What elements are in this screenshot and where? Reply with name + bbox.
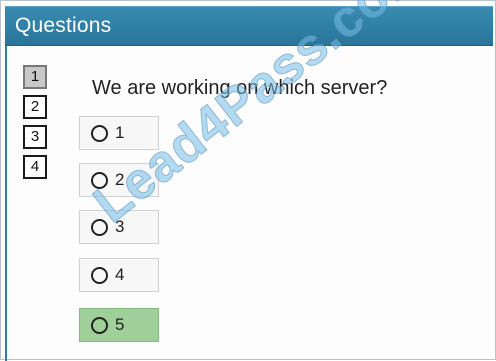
answer-option-label: 5 bbox=[115, 315, 125, 334]
question-nav-2[interactable]: 2 bbox=[23, 95, 47, 119]
answer-option-5[interactable]: 5 bbox=[79, 308, 159, 342]
window-title: Questions bbox=[15, 14, 112, 37]
question-nav-4[interactable]: 4 bbox=[23, 155, 47, 179]
question-navigator: 1 2 3 4 bbox=[23, 65, 47, 185]
radio-icon[interactable] bbox=[91, 317, 108, 334]
radio-icon[interactable] bbox=[91, 219, 108, 236]
question-nav-3[interactable]: 3 bbox=[23, 125, 47, 149]
radio-icon[interactable] bbox=[91, 125, 108, 142]
answer-option-label: 4 bbox=[115, 265, 125, 284]
question-nav-1[interactable]: 1 bbox=[23, 65, 47, 89]
window-titlebar: Questions bbox=[5, 6, 493, 46]
answer-option-4[interactable]: 4 bbox=[79, 258, 159, 292]
radio-icon[interactable] bbox=[91, 267, 108, 284]
questions-window: Questions 1 2 3 4 We are working on whic… bbox=[0, 0, 496, 361]
answer-option-label: 1 bbox=[115, 123, 125, 142]
left-border bbox=[5, 46, 7, 361]
